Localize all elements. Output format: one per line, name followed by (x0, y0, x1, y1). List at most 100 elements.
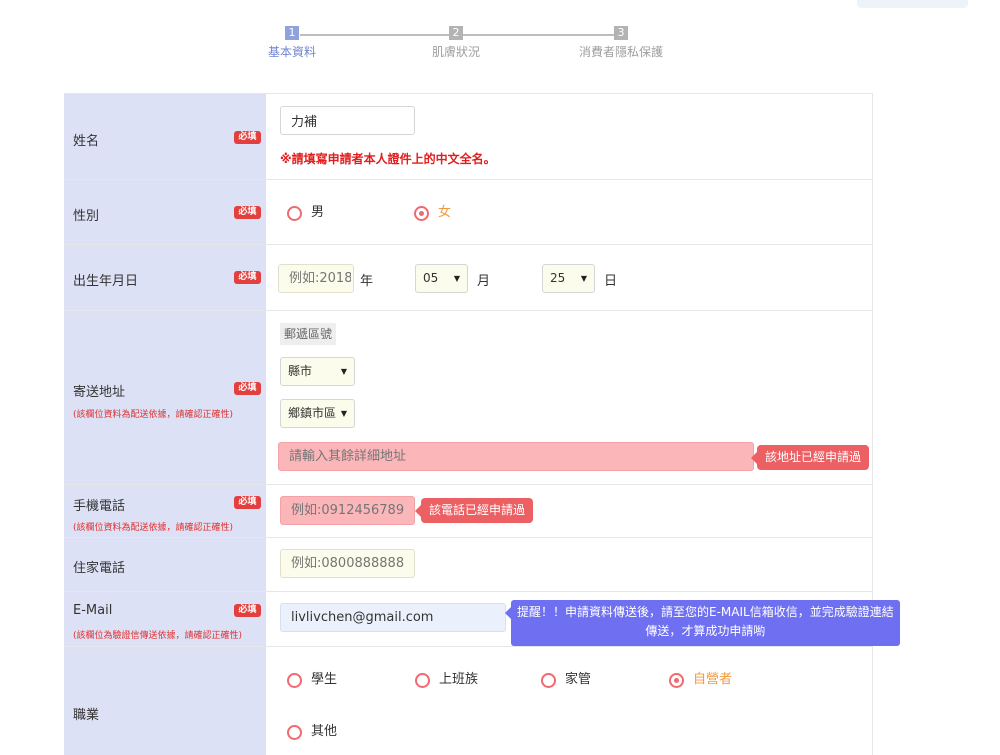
radio-circle-checked (414, 206, 429, 221)
field-note: (該欄位資料為配送依據，請確認正確性) (73, 523, 234, 533)
field-content: 提醒！！申請資料傳送後，請至您的E-MAIL信箱收信，並完成驗證連結 傳送，才算… (266, 592, 900, 646)
name-error-text: ※請填寫申請者本人證件上的中文全名。 (280, 152, 496, 166)
chevron-down-icon: ▼ (453, 274, 460, 283)
select-value: 縣市 (288, 364, 313, 378)
step-number: 3 (614, 26, 628, 40)
step-1[interactable]: 1 基本資料 (232, 26, 352, 60)
birth-day-select[interactable]: 25 ▼ (542, 264, 595, 293)
month-unit: 月 (477, 274, 491, 289)
field-label: 寄送地址 (73, 385, 126, 400)
field-label: 姓名 (73, 134, 100, 149)
row-occupation: 職業 學生 上班族 家管 自營者 其他 (64, 647, 872, 755)
radio-circle (287, 725, 302, 740)
radio-label: 學生 (311, 672, 338, 687)
field-content: 年 05 ▼ 月 25 ▼ 日 (266, 245, 872, 310)
select-value: 鄉鎮市區 (288, 406, 337, 420)
field-label: 職業 (73, 708, 100, 723)
field-note: (該欄位為驗證信傳送依據，請確認正確性) (73, 631, 243, 641)
required-badge: 必填 (234, 604, 261, 617)
gender-radio-female[interactable]: 女 (414, 203, 451, 223)
occupation-radio-other[interactable]: 其他 (287, 722, 337, 742)
row-mobile: 手機電話 必填 (該欄位資料為配送依據，請確認正確性) 該電話已經申請過 (64, 485, 872, 538)
field-label-cell: 姓名 必填 (64, 94, 266, 179)
email-reminder-tip: 提醒！！申請資料傳送後，請至您的E-MAIL信箱收信，並完成驗證連結 傳送，才算… (505, 600, 900, 646)
chevron-down-icon: ▼ (340, 367, 347, 376)
row-birthday: 出生年月日 必填 年 05 ▼ 月 25 ▼ 日 (64, 245, 872, 311)
mobile-input[interactable] (280, 496, 415, 525)
required-badge: 必填 (234, 382, 261, 395)
row-home-phone: 住家電話 (64, 538, 872, 592)
radio-label: 女 (438, 205, 452, 220)
email-input[interactable] (280, 603, 506, 632)
name-input[interactable] (280, 106, 415, 135)
occupation-radio-homemaker[interactable]: 家管 (541, 670, 591, 690)
row-name: 姓名 必填 ※請填寫申請者本人證件上的中文全名。 (64, 94, 872, 180)
year-unit: 年 (360, 274, 374, 289)
postal-code-label: 郵遞區號 (280, 323, 337, 345)
chevron-down-icon: ▼ (340, 409, 347, 418)
city-select[interactable]: 縣市 ▼ (280, 357, 355, 386)
address-error-tip: 該地址已經申請過 (750, 445, 870, 470)
required-badge: 必填 (234, 131, 261, 144)
field-label-cell: 出生年月日 必填 (64, 245, 266, 310)
application-form: 姓名 必填 ※請填寫申請者本人證件上的中文全名。 性別 必填 男 女 出生年月日 (64, 93, 900, 755)
step-2[interactable]: 2 肌膚狀況 (396, 26, 516, 60)
row-gender: 性別 必填 男 女 (64, 180, 872, 245)
select-value: 25 (550, 271, 566, 285)
radio-circle (415, 673, 430, 688)
step-number: 2 (449, 26, 463, 40)
occupation-radio-student[interactable]: 學生 (287, 670, 337, 690)
radio-circle (541, 673, 556, 688)
field-label: 出生年月日 (73, 274, 139, 289)
district-select[interactable]: 鄉鎮市區 ▼ (280, 399, 355, 428)
radio-circle (287, 206, 302, 221)
chevron-down-icon: ▼ (580, 274, 587, 283)
step-label: 肌膚狀況 (431, 45, 480, 59)
radio-label: 上班族 (439, 672, 479, 687)
field-note: (該欄位資料為配送依據，請確認正確性) (73, 410, 234, 420)
field-label-cell: 手機電話 必填 (該欄位資料為配送依據，請確認正確性) (64, 485, 266, 537)
required-badge: 必填 (234, 271, 261, 284)
progress-stepper: 1 基本資料 2 肌膚狀況 3 消費者隱私保護 (0, 0, 1000, 70)
field-label-cell: 住家電話 (64, 538, 266, 591)
step-label: 消費者隱私保護 (578, 45, 663, 59)
field-label: 性別 (73, 209, 100, 224)
step-3[interactable]: 3 消費者隱私保護 (561, 26, 681, 60)
field-label-cell: E-Mail 必填 (該欄位為驗證信傳送依據，請確認正確性) (64, 592, 266, 646)
radio-label: 其他 (311, 724, 338, 739)
field-content (266, 538, 872, 591)
row-address: 寄送地址 必填 (該欄位資料為配送依據，請確認正確性) 郵遞區號 縣市 ▼ 鄉鎮… (64, 311, 872, 485)
field-content: 學生 上班族 家管 自營者 其他 (266, 647, 872, 755)
birth-year-input[interactable] (278, 264, 354, 293)
required-badge: 必填 (234, 206, 261, 219)
gender-radio-male[interactable]: 男 (287, 203, 324, 223)
address-detail-input[interactable] (278, 442, 754, 471)
occupation-radio-office-worker[interactable]: 上班族 (415, 670, 478, 690)
select-value: 05 (423, 271, 439, 285)
field-content: 男 女 (266, 180, 872, 244)
day-unit: 日 (604, 274, 618, 289)
reminder-line: 傳送，才算成功申請喲 (645, 624, 766, 638)
radio-circle (287, 673, 302, 688)
birth-month-select[interactable]: 05 ▼ (415, 264, 468, 293)
radio-label: 家管 (565, 672, 592, 687)
field-label: 住家電話 (73, 561, 126, 576)
required-badge: 必填 (234, 496, 261, 509)
field-label: 手機電話 (73, 499, 126, 514)
field-content: 郵遞區號 縣市 ▼ 鄉鎮市區 ▼ 該地址已經申請過 (266, 311, 872, 484)
radio-label: 自營者 (693, 672, 733, 687)
field-content: ※請填寫申請者本人證件上的中文全名。 (266, 94, 872, 179)
field-content: 該電話已經申請過 (266, 485, 872, 537)
field-label-cell: 性別 必填 (64, 180, 266, 244)
step-label: 基本資料 (267, 45, 316, 59)
radio-circle-checked (669, 673, 684, 688)
field-label: E-Mail (73, 603, 113, 618)
mobile-error-tip: 該電話已經申請過 (414, 498, 534, 523)
radio-label: 男 (311, 205, 325, 220)
field-label-cell: 職業 (64, 647, 266, 755)
reminder-line: 提醒！！申請資料傳送後，請至您的E-MAIL信箱收信，並完成驗證連結 (517, 605, 894, 619)
field-label-cell: 寄送地址 必填 (該欄位資料為配送依據，請確認正確性) (64, 311, 266, 484)
occupation-radio-self-employed[interactable]: 自營者 (669, 670, 732, 690)
row-email: E-Mail 必填 (該欄位為驗證信傳送依據，請確認正確性) 提醒！！申請資料傳… (64, 592, 900, 647)
home-phone-input[interactable] (280, 549, 415, 578)
